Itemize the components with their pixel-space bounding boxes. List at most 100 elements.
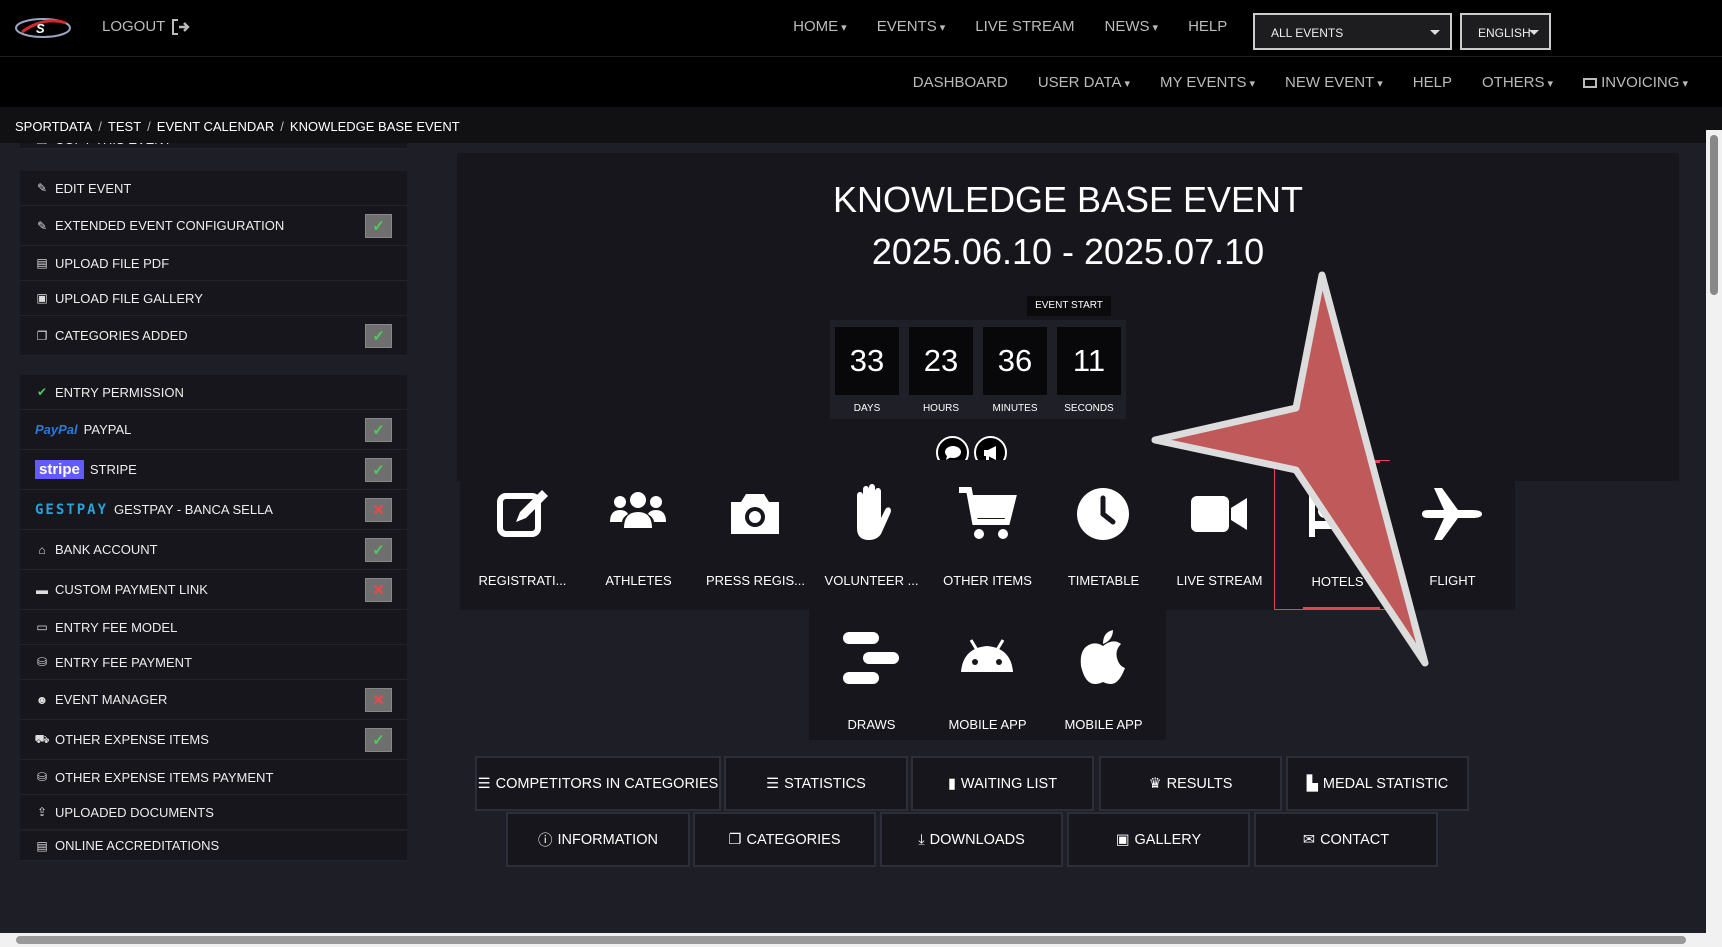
breadcrumb-item[interactable]: SPORTDATA [15,119,92,134]
tile-mobile-app-10[interactable]: MOBILE APP [925,604,1050,740]
breadcrumb-item[interactable]: EVENT CALENDAR [157,119,275,134]
camera-icon [731,494,779,534]
button-results[interactable]: ♛ RESULTS [1099,756,1282,811]
sidebar-item-other-expense-items[interactable]: ⛟ OTHER EXPENSE ITEMS ✓ [20,720,407,760]
sidebar-item-label: EVENT MANAGER [55,692,168,707]
language-select[interactable]: ENGLISH [1460,13,1551,50]
tile-flight-8[interactable]: FLIGHT [1390,460,1515,610]
button-competitors-in-categories[interactable]: ☰ COMPETITORS IN CATEGORIES [475,756,721,811]
sidebar-item-uploaded-documents[interactable]: ⇪ UPLOADED DOCUMENTS [20,795,407,830]
sidebar-item-edit-event[interactable]: ✎ EDIT EVENT [20,171,407,206]
sidebar-item-entry-permission[interactable]: ✔ ENTRY PERMISSION [20,375,407,410]
file-icon: ▤ [36,256,48,270]
tile-hotels-7[interactable]: HOTELS [1274,460,1399,610]
button-statistics[interactable]: ☰ STATISTICS [724,756,908,811]
button-medal-statistic[interactable]: ▙ MEDAL STATISTIC [1286,756,1469,811]
subnav-item-new-event[interactable]: NEW EVENT [1285,74,1383,91]
sportdata-logo[interactable]: S [14,14,72,42]
tile-draws-9[interactable]: DRAWS [809,604,934,740]
stripe-logo: stripe [35,460,84,479]
tile-press-regis--2[interactable]: PRESS REGIS... [693,460,818,610]
subnav-item-help[interactable]: HELP [1413,74,1452,91]
trophy-icon: ♛ [1148,775,1162,792]
sidebar-item-label: CUSTOM PAYMENT LINK [55,582,208,597]
tile-volunteer--3[interactable]: VOLUNTEER ... [809,460,934,610]
nav-item-events[interactable]: EVENTS [877,18,946,35]
clipboard-icon: ▮ [947,775,956,792]
sidebar-item-gestpay-banca-sella[interactable]: GESTPAY GESTPAY - BANCA SELLA ✕ [20,490,407,530]
sidebar-item-bank-account[interactable]: ⌂ BANK ACCOUNT ✓ [20,530,407,570]
sidebar-item-other-expense-items-payment[interactable]: ⛁ OTHER EXPENSE ITEMS PAYMENT [20,760,407,795]
vertical-scrollbar[interactable] [1706,130,1722,933]
horizontal-scrollbar[interactable] [0,933,1722,947]
nav-item-news[interactable]: NEWS [1105,18,1159,35]
tile-athletes-1[interactable]: ATHLETES [576,460,701,610]
button-downloads[interactable]: ⤓ DOWNLOADS [880,812,1063,867]
button-label: CATEGORIES [746,831,841,848]
event-dates: 2025.06.10 - 2025.07.10 [871,231,1265,272]
list-check-icon: ☰ [477,775,491,792]
breadcrumb-item[interactable]: TEST [108,119,141,134]
tile-timetable-5[interactable]: TIMETABLE [1041,460,1166,610]
tile-other-items-4[interactable]: OTHER ITEMS [925,460,1050,610]
tile-label: VOLUNTEER ... [824,573,919,588]
video-icon [1191,496,1247,532]
tile-label: FLIGHT [1429,573,1476,588]
nav-item-home[interactable]: HOME [793,18,847,35]
subnav-item-others[interactable]: OTHERS [1482,74,1553,91]
image-file-icon: ▣ [36,291,48,305]
status-check-icon: ✓ [365,417,392,442]
apple-icon [1080,630,1125,684]
event-header-panel: KNOWLEDGE BASE EVENT 2025.06.10 - 2025.0… [457,153,1679,481]
sidebar-item-stripe[interactable]: stripe STRIPE ✓ [20,450,407,490]
tile-label: MOBILE APP [948,717,1027,732]
button-categories[interactable]: ❐ CATEGORIES [693,812,876,867]
sidebar-item-event-manager[interactable]: ☻ EVENT MANAGER ✕ [20,680,407,720]
logout-link[interactable]: LOGOUT [102,18,191,35]
subnav-item-invoicing[interactable]: INVOICING [1583,74,1688,91]
sidebar-item-extended-event-configuration[interactable]: ✎ EXTENDED EVENT CONFIGURATION ✓ [20,206,407,246]
countdown-value: 23 [909,327,973,395]
sidebar-item-upload-file-gallery[interactable]: ▣ UPLOAD FILE GALLERY [20,281,407,316]
sidebar-item-copy-this-event[interactable]: ❐ COPY THIS EVENT [20,143,407,149]
sidebar-item-upload-file-pdf[interactable]: ▤ UPLOAD FILE PDF [20,246,407,281]
sidebar-item-custom-payment-link[interactable]: ▬ CUSTOM PAYMENT LINK ✕ [20,570,407,610]
button-contact[interactable]: ✉ CONTACT [1254,812,1438,867]
tile-registrati--0[interactable]: REGISTRATI... [460,460,585,610]
top-navbar: S LOGOUT HOMEEVENTSLIVE STREAMNEWSHELPCO… [0,0,1722,57]
subnav-label: INVOICING [1601,74,1680,91]
money-icon: ▭ [36,620,48,634]
breadcrumb-separator: / [98,119,102,134]
sidebar-item-categories-added[interactable]: ❐ CATEGORIES ADDED ✓ [20,316,407,356]
users-icon [610,492,666,528]
horizontal-scrollbar-thumb[interactable] [16,936,1686,944]
breadcrumb-item[interactable]: KNOWLEDGE BASE EVENT [290,119,460,134]
list-icon: ☰ [766,775,780,792]
subnav-item-user-data[interactable]: USER DATA [1038,74,1130,91]
button-information[interactable]: ⓘ INFORMATION [506,812,690,867]
sidebar-item-label: ENTRY PERMISSION [55,384,184,400]
sidebar-item-paypal[interactable]: PayPal PAYPAL ✓ [20,410,407,450]
tile-label: OTHER ITEMS [943,573,1032,588]
nav-item-help[interactable]: HELP [1188,18,1227,35]
subnav-label: NEW EVENT [1285,74,1375,91]
events-select[interactable]: ALL EVENTS [1253,13,1452,50]
sidebar-item-entry-fee-model[interactable]: ▭ ENTRY FEE MODEL [20,610,407,645]
sidebar-item-label: GESTPAY - BANCA SELLA [114,502,273,517]
sidebar-item-label: COPY THIS EVENT [55,143,172,147]
copy-icon: ❐ [35,143,49,147]
button-gallery[interactable]: ▣ GALLERY [1067,812,1250,867]
language-select-value: ENGLISH [1478,26,1531,40]
tile-mobile-app-11[interactable]: MOBILE APP [1041,604,1166,740]
manager-icon: ☻ [35,692,49,707]
nav-item-live-stream[interactable]: LIVE STREAM [975,18,1074,35]
sidebar-item-online-accreditations[interactable]: ▤ ONLINE ACCREDITATIONS [20,831,407,861]
sidebar-item-entry-fee-payment[interactable]: ⛁ ENTRY FEE PAYMENT [20,645,407,680]
subnav-item-dashboard[interactable]: DASHBOARD [913,74,1008,91]
vertical-scrollbar-thumb[interactable] [1710,135,1718,295]
tile-live-stream-6[interactable]: LIVE STREAM [1157,460,1282,610]
subnav-item-my-events[interactable]: MY EVENTS [1160,74,1255,91]
android-icon [961,639,1013,672]
breadcrumb-separator: / [147,119,151,134]
button-waiting-list[interactable]: ▮ WAITING LIST [911,756,1094,811]
